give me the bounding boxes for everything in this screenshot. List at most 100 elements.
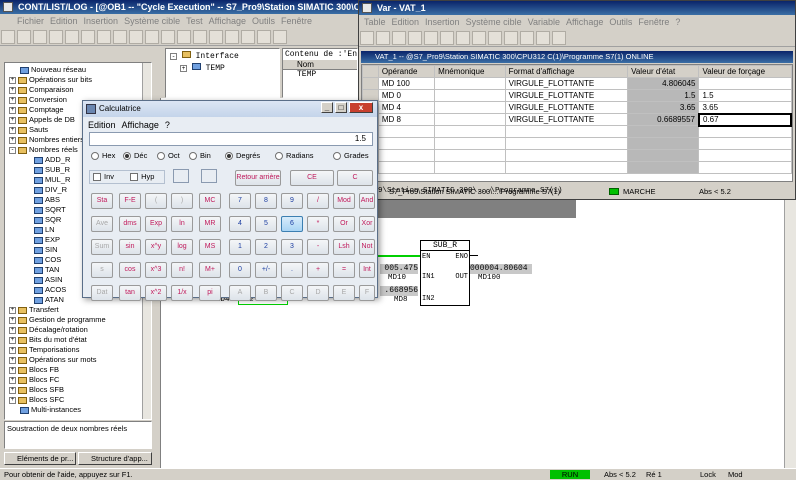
vat-column-header[interactable]: Format d'affichage (504, 65, 629, 78)
contenu-item-temp[interactable]: TEMP (283, 70, 357, 79)
tab-program-elements[interactable]: Eléments de pr... (4, 452, 76, 465)
vat-empty-cell[interactable] (504, 137, 629, 150)
var-modify-icon[interactable] (504, 31, 518, 45)
expand-icon[interactable]: + (9, 76, 16, 84)
var-menu-item[interactable]: Insertion (425, 17, 460, 27)
table-row[interactable]: 2 MD 0 VIRGULE_FLOTTANTE 1.5 1.5 (362, 89, 792, 102)
help-icon[interactable] (273, 30, 287, 44)
calc-key-button[interactable]: MS (199, 239, 221, 255)
table-row[interactable]: 1 MD 100 VIRGULE_FLOTTANTE 4.806045 (362, 77, 792, 90)
var-online-icon[interactable] (472, 31, 486, 45)
interface-item-temp[interactable]: + TEMP (166, 63, 279, 73)
calc-key-button[interactable]: And (359, 193, 375, 209)
calc-key-button[interactable]: Or (333, 216, 355, 232)
vat-cell-mnemonique[interactable] (434, 113, 506, 126)
calc-key-button[interactable]: D (307, 285, 329, 301)
vat-inner-title[interactable]: VAT_1 -- @S7_Pro9\Station SIMATIC 300\CP… (361, 51, 793, 63)
main-menu-item[interactable]: Affichage (209, 16, 246, 26)
vat-empty-cell[interactable] (698, 161, 792, 174)
save-icon[interactable] (33, 30, 47, 44)
vat-empty-cell[interactable] (434, 137, 506, 150)
vat-cell-etat[interactable]: 4.806045 (627, 77, 700, 90)
vat-cell-etat[interactable]: 1.5 (627, 89, 700, 102)
calc-key-button[interactable]: = (333, 262, 355, 278)
expand-icon[interactable]: + (9, 346, 16, 354)
calc-key-button[interactable]: 6 (281, 216, 303, 232)
calc-key-button[interactable]: pi (199, 285, 221, 301)
calc-key-button[interactable]: dms (119, 216, 141, 232)
var-menu-item[interactable]: ? (675, 17, 680, 27)
coil-icon[interactable] (225, 30, 239, 44)
calc-key-button[interactable]: 3 (281, 239, 303, 255)
collapse-icon[interactable]: - (9, 146, 16, 154)
vat-empty-cell[interactable] (434, 149, 506, 162)
calc-key-button[interactable]: MR (199, 216, 221, 232)
tree-item[interactable]: + Transfert (9, 305, 151, 315)
empty-row[interactable] (362, 125, 792, 138)
var-paste-icon[interactable] (456, 31, 470, 45)
calc-key-button[interactable]: Ave (91, 216, 113, 232)
empty-row[interactable] (362, 149, 792, 162)
vat-cell-mnemonique[interactable] (434, 89, 506, 102)
vat-empty-cell[interactable] (698, 149, 792, 162)
calc-key-button[interactable]: s (91, 262, 113, 278)
empty-row[interactable] (362, 161, 792, 174)
calc-key-button[interactable]: 2 (255, 239, 277, 255)
calc-key-button[interactable]: 1 (229, 239, 251, 255)
var-menu-item[interactable]: Edition (392, 17, 420, 27)
var-menu-item[interactable]: Table (364, 17, 386, 27)
expand-icon[interactable]: + (9, 306, 16, 314)
calc-key-button[interactable]: ) (171, 193, 193, 209)
vat-empty-cell[interactable] (627, 137, 700, 150)
var-menu-item[interactable]: Affichage (566, 17, 603, 27)
vat-cell-operande[interactable]: MD 0 (377, 89, 436, 102)
vat-cell-forcage[interactable] (698, 77, 792, 90)
calc-key-button[interactable]: ( (145, 193, 167, 209)
expand-icon[interactable]: + (9, 96, 16, 104)
vat-cell-etat[interactable]: 3.65 (627, 101, 700, 114)
calc-key-button[interactable]: log (171, 239, 193, 255)
tree-item[interactable]: + Blocs FC (9, 375, 151, 385)
expand-icon[interactable]: + (9, 116, 16, 124)
tree-item[interactable]: + Blocs SFC (9, 395, 151, 405)
main-menu-item[interactable]: Fichier (17, 16, 44, 26)
calc-key-button[interactable]: C (281, 285, 303, 301)
calc-key-button[interactable]: n! (171, 262, 193, 278)
calc-key-button[interactable]: Exp (145, 216, 167, 232)
vat-cell-mnemonique[interactable] (434, 101, 506, 114)
tree-item[interactable]: + Comparaison (9, 85, 151, 95)
expand-icon[interactable]: + (9, 326, 16, 334)
tree-item[interactable]: + Décalage/rotation (9, 325, 151, 335)
calc-key-button[interactable]: - (307, 239, 329, 255)
vat-cell-mnemonique[interactable] (434, 77, 506, 90)
calc-key-button[interactable]: 5 (255, 216, 277, 232)
tree-item[interactable]: + Opérations sur mots (9, 355, 151, 365)
vat-cell-n[interactable]: 1 (362, 77, 379, 90)
main-menu-item[interactable]: Edition (50, 16, 78, 26)
tree-item[interactable]: + Blocs FB (9, 365, 151, 375)
contenu-column-header[interactable]: Nom (283, 60, 357, 70)
tree-item[interactable]: + Bits du mot d'état (9, 335, 151, 345)
upload-icon[interactable] (129, 30, 143, 44)
online-icon[interactable] (145, 30, 159, 44)
print-icon[interactable] (49, 30, 63, 44)
calc-key-button[interactable]: Sum (91, 239, 113, 255)
calc-key-button[interactable]: Int (359, 262, 375, 278)
download-icon[interactable] (113, 30, 127, 44)
vat-column-header[interactable]: Valeur de forçage (698, 65, 792, 78)
calc-key-button[interactable]: Xor (359, 216, 375, 232)
monitor-icon[interactable] (161, 30, 175, 44)
var-print-icon[interactable] (408, 31, 422, 45)
expand-icon[interactable]: + (9, 106, 16, 114)
interface-header[interactable]: - Interface (166, 49, 279, 63)
var-cut-icon[interactable] (424, 31, 438, 45)
vat-empty-cell[interactable] (377, 149, 436, 162)
vat-column-header[interactable]: Opérande (377, 65, 436, 78)
var-menu-item[interactable]: Système cible (466, 17, 522, 27)
var-copy-icon[interactable] (440, 31, 454, 45)
new-icon[interactable] (1, 30, 15, 44)
calc-key-button[interactable]: Dat (91, 285, 113, 301)
calc-key-button[interactable]: B (255, 285, 277, 301)
expand-icon[interactable]: + (9, 386, 16, 394)
calc-key-button[interactable]: MC (199, 193, 221, 209)
